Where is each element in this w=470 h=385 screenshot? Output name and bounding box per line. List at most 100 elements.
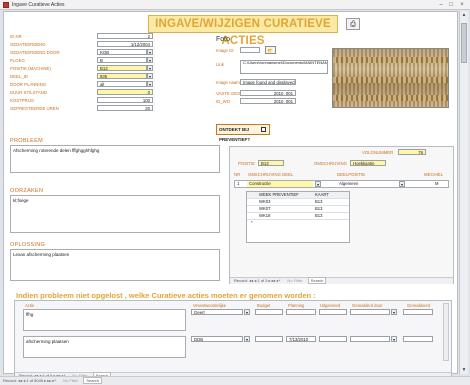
field-gedateerd[interactable]: 1/12/2004 xyxy=(97,41,153,47)
probleem-text[interactable]: Afscherming roterende delen fffghgghhfgh… xyxy=(10,145,220,173)
minimize-button[interactable]: – xyxy=(436,1,446,9)
vaste-gegevens-field[interactable]: 2010_001 xyxy=(240,90,296,96)
preventief-label: ONTDEKT BIJ PREVENTIEF? xyxy=(219,127,251,142)
cell-kaart[interactable]: B13 xyxy=(313,206,349,212)
search-input[interactable]: Search xyxy=(307,277,327,284)
chevron-down-icon[interactable]: ▾ xyxy=(147,65,153,71)
table-row[interactable]: WK18 B13 xyxy=(247,213,349,220)
chevron-down-icon[interactable]: ▾ xyxy=(244,336,250,342)
budget-field[interactable] xyxy=(255,309,283,315)
budget-field[interactable] xyxy=(255,336,283,342)
close-button[interactable]: × xyxy=(457,1,467,9)
maximize-button[interactable]: □ xyxy=(446,1,456,9)
chevron-down-icon[interactable]: ▾ xyxy=(315,181,321,187)
no-filter[interactable]: No Filter xyxy=(287,278,302,283)
new-record-icon: * xyxy=(251,220,253,225)
actie-text[interactable]: ffhg xyxy=(23,309,186,331)
field-label: DOOR PLANNING xyxy=(10,82,47,87)
chevron-down-icon[interactable]: ▾ xyxy=(147,81,153,87)
window-title: Ingave Curatieve Acties xyxy=(12,2,65,8)
image-id-field[interactable] xyxy=(240,47,260,53)
cell-week[interactable]: WK03 xyxy=(257,199,307,205)
field-positie[interactable]: B13 xyxy=(97,65,147,71)
chevron-down-icon[interactable]: ▾ xyxy=(399,181,405,187)
cell-kaart[interactable]: B13 xyxy=(313,199,349,205)
field-label: PLOEG xyxy=(10,58,25,63)
cell-kaart[interactable]: B13 xyxy=(313,213,349,219)
scroll-thumb[interactable] xyxy=(461,23,467,63)
field-label: DEEL_ID xyxy=(10,74,28,79)
row-nr: 1 xyxy=(237,181,240,186)
verantwoordelijke-field[interactable]: DDB xyxy=(191,336,243,342)
gereabled-door-field[interactable] xyxy=(350,336,390,342)
field-label: ID nr xyxy=(10,34,22,39)
folder-icon[interactable]: 📂 xyxy=(265,46,276,54)
positie-label: POSITIE xyxy=(238,161,255,166)
chevron-down-icon[interactable]: ▾ xyxy=(147,49,153,55)
chevron-down-icon[interactable]: ▾ xyxy=(147,73,153,79)
record-nav[interactable]: Record: ◂◂ ◂ 1 of 3 ▸ ▸▸ ▸* xyxy=(234,278,280,283)
uitgevoerd-field[interactable] xyxy=(319,309,347,315)
record-nav[interactable]: Record: ◂◂ ◂ 1 of 5049 ▸ ▸▸ ▸* xyxy=(3,378,56,383)
cell-week[interactable]: WK07 xyxy=(257,206,307,212)
link-label: Link xyxy=(216,62,224,67)
chevron-down-icon[interactable]: ▾ xyxy=(391,336,397,342)
positie-field[interactable]: B13 xyxy=(258,160,284,166)
row-deelpositie[interactable]: Algemeen xyxy=(337,181,397,187)
probleem-title: PROBLEEM xyxy=(10,138,43,144)
field-label: GEDATEERDEND xyxy=(10,42,46,47)
omschrijving-field[interactable]: Hoekkantie xyxy=(350,160,386,166)
field-gedateerd-door[interactable]: KOB xyxy=(97,49,147,55)
table-row[interactable]: WK07 B13 xyxy=(247,206,349,213)
new-row[interactable]: * xyxy=(247,220,349,227)
scroll-down-icon[interactable]: ▼ xyxy=(460,366,468,374)
planning-field[interactable]: 7/13/2010 xyxy=(286,336,316,342)
col-kaart: KAART xyxy=(315,192,329,197)
id-wo-label: ID_WO xyxy=(216,99,231,104)
field-kostprijs[interactable]: 100 xyxy=(97,97,153,103)
field-duur-stilstand[interactable]: 0 xyxy=(97,89,153,95)
preventief-button[interactable]: ONTDEKT BIJ PREVENTIEF? xyxy=(216,124,270,142)
field-ploeg[interactable]: B xyxy=(97,57,147,63)
scroll-up-icon[interactable]: ▲ xyxy=(460,11,468,19)
subform-acties: Actie Verantwoordelijke Budget Planning … xyxy=(14,300,452,380)
oplossing-text[interactable]: Lexan afscherming plaatsen xyxy=(10,249,220,281)
gereableerd-field[interactable] xyxy=(403,336,433,342)
row-omschrijving[interactable]: Constructie xyxy=(247,181,313,187)
field-label: GEPRESTEERDE UREN xyxy=(10,106,59,111)
col-week-preventief: WEEK PREVENTIEF xyxy=(259,192,299,197)
cell-week[interactable]: WK18 xyxy=(257,213,307,219)
table-row[interactable]: WK03 B13 xyxy=(247,199,349,206)
chevron-down-icon[interactable]: ▾ xyxy=(147,57,153,63)
gereabled-door-field[interactable] xyxy=(350,309,390,315)
chevron-down-icon[interactable]: ▾ xyxy=(244,309,250,315)
field-label: POSITIE (Machine) xyxy=(10,66,51,71)
actie-text[interactable]: afscherming plaatsen xyxy=(23,336,186,358)
link-field[interactable]: C:\Users\ronmansmei\Documents\MAINTENANC… xyxy=(240,60,328,74)
grid-header: WEEK PREVENTIEF KAART xyxy=(247,192,349,199)
no-filter[interactable]: No Filter xyxy=(63,378,78,383)
image-naam-field[interactable]: Image found and displayed xyxy=(240,79,296,85)
checkbox-icon xyxy=(261,127,266,132)
field-deel-id[interactable]: 835 xyxy=(97,73,147,79)
field-id[interactable]: 2 xyxy=(97,33,153,39)
gereableerd-field[interactable] xyxy=(403,309,433,315)
verantwoordelijke-field[interactable]: Geert xyxy=(191,309,243,315)
subform-navbar[interactable]: Record: ◂◂ ◂ 1 of 3 ▸ ▸▸ ▸* No Filter Se… xyxy=(230,277,453,284)
chevron-down-icon[interactable]: ▾ xyxy=(391,309,397,315)
oorzaken-text[interactable]: kl;fsege xyxy=(10,195,220,233)
form-scrollbar[interactable]: ▲ ▼ xyxy=(459,11,468,374)
field-label: GEDATEERDEND DOOR xyxy=(10,50,60,55)
volgnummer-field[interactable]: 76 xyxy=(398,149,426,155)
uitgevoerd-field[interactable] xyxy=(319,336,347,342)
print-icon[interactable]: ⎙ xyxy=(346,18,360,30)
subform-scrollbar[interactable] xyxy=(443,303,449,361)
field-door-planning[interactable]: all xyxy=(97,81,147,87)
id-wo-field[interactable]: 2010_001 xyxy=(240,98,296,104)
oorzaken-title: OORZAKEN xyxy=(10,188,44,194)
search-input[interactable]: Search xyxy=(83,377,103,384)
main-record-navbar[interactable]: Record: ◂◂ ◂ 1 of 5049 ▸ ▸▸ ▸* No Filter… xyxy=(0,376,470,385)
table-row[interactable]: 1 Constructie ▾ Algemeen ▾ M xyxy=(234,180,449,188)
field-gepresteerde-uren[interactable]: 20 xyxy=(97,105,153,111)
planning-field[interactable] xyxy=(286,309,316,315)
